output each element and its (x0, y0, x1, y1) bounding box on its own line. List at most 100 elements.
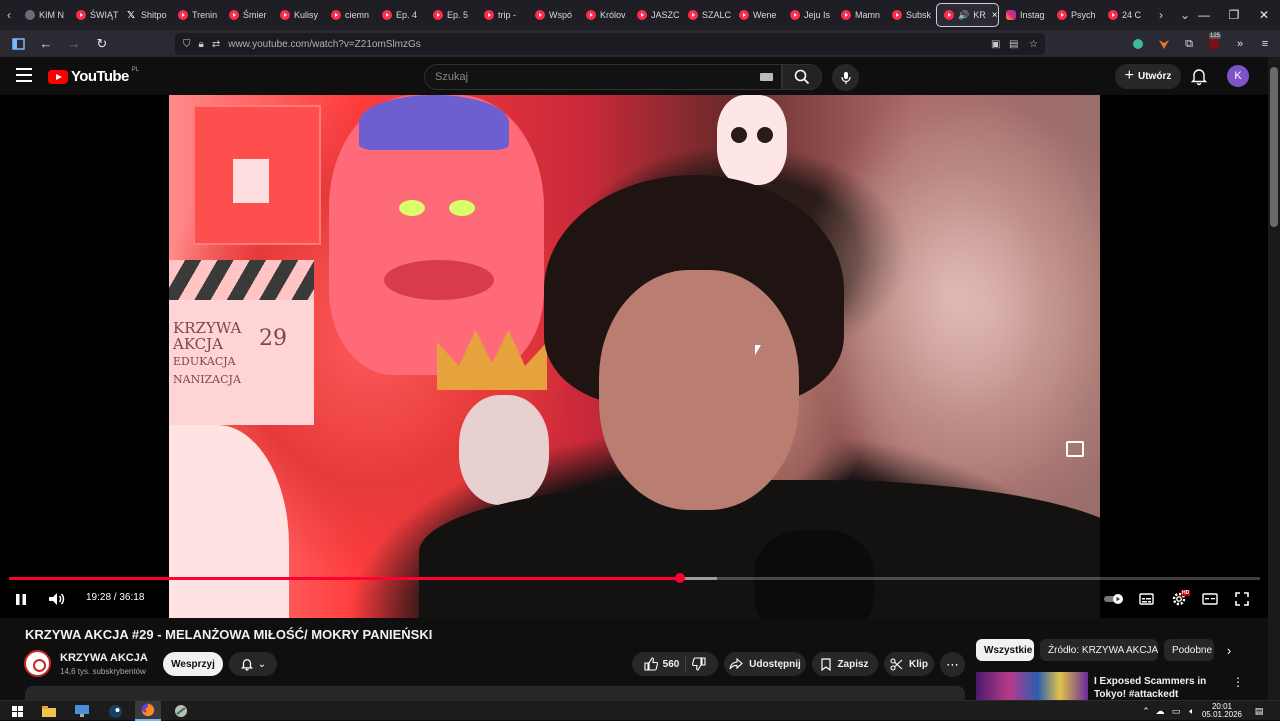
notification-center-icon[interactable]: ▤ (1252, 703, 1266, 719)
onedrive-icon[interactable]: ☁ (1154, 703, 1166, 719)
volume-button[interactable] (46, 588, 66, 610)
chevron-right-icon: › (1226, 642, 1232, 658)
subtitles-button[interactable] (1137, 588, 1155, 610)
forward-button[interactable]: → (62, 32, 86, 56)
account-avatar[interactable]: K (1227, 65, 1249, 87)
screenshot-icon[interactable]: ▣ (991, 39, 1000, 50)
vpn-extension-icon[interactable] (1127, 33, 1149, 55)
autoplay-toggle[interactable] (1103, 588, 1125, 610)
chip-related[interactable]: Podobne (1164, 639, 1214, 661)
browser-tab[interactable]: SZALC (681, 0, 732, 30)
share-button[interactable]: Udostępnij (724, 652, 806, 676)
clip-button[interactable]: Klip (884, 652, 934, 676)
youtube-logo[interactable]: YouTube PL (48, 67, 139, 85)
browser-tab-active[interactable]: 🔊 KR × (936, 3, 999, 27)
search-button[interactable] (782, 64, 822, 90)
sidebar-toggle-icon[interactable] (6, 32, 30, 56)
browser-tab[interactable]: trip - (477, 0, 528, 30)
channel-avatar[interactable] (24, 650, 51, 677)
save-bookmark-icon (821, 657, 832, 671)
lock-icon[interactable]: 🔒︎ (199, 39, 204, 50)
settings-button[interactable]: HD (1169, 588, 1191, 610)
browser-tab[interactable]: Mamn (834, 0, 885, 30)
browser-tab[interactable]: Wspó (528, 0, 579, 30)
browser-tab[interactable]: Jeju Is (783, 0, 834, 30)
tabs-scroll-left-button[interactable]: ‹ (0, 0, 18, 30)
keyboard-icon[interactable] (760, 73, 773, 81)
video-frame[interactable]: KRZYWA AKCJA EDUKACJA NANIZACJA 29 (169, 95, 1100, 618)
scrollbar-thumb[interactable] (1270, 67, 1278, 227)
scrubber-handle[interactable] (674, 573, 685, 583)
pause-button[interactable] (12, 588, 30, 610)
progress-bar[interactable] (9, 573, 1260, 583)
speaker-icon[interactable]: 🔈︎ (1186, 703, 1198, 719)
browser-tab[interactable]: Kulisy (273, 0, 324, 30)
support-button[interactable]: Wesprzyj (163, 652, 223, 676)
bookmark-star-icon[interactable]: ☆ (1029, 39, 1038, 50)
start-button[interactable] (4, 701, 30, 721)
tray-overflow-icon[interactable]: ⌃ (1140, 703, 1152, 719)
permissions-icon[interactable]: ⇄ (212, 39, 220, 50)
recommendation-thumbnail[interactable] (976, 672, 1088, 700)
chip-source[interactable]: Źródło: KRZYWA AKCJA (1040, 639, 1158, 661)
dislike-button[interactable] (692, 657, 706, 671)
speaker-icon[interactable]: 🔊 (958, 10, 969, 21)
page-scrollbar[interactable] (1268, 57, 1280, 700)
extensions-puzzle-icon[interactable]: ⧉ (1178, 33, 1200, 55)
channel-name[interactable]: KRZYWA AKCJA (60, 652, 148, 664)
browser-tab[interactable]: ŚWIĄT (69, 0, 120, 30)
fullscreen-button[interactable] (1233, 588, 1251, 610)
firefox-app[interactable] (135, 701, 161, 721)
close-window-button[interactable]: ✕ (1244, 0, 1280, 30)
browser-tab[interactable]: Wene (732, 0, 783, 30)
usb-icon[interactable]: ▭ (1170, 703, 1182, 719)
file-explorer-app[interactable] (36, 701, 62, 721)
app-menu-icon[interactable]: ≡ (1254, 33, 1276, 55)
browser-tab[interactable]: Śmier (222, 0, 273, 30)
search-input[interactable]: Szukaj (424, 64, 782, 90)
chip-all[interactable]: Wszystkie (976, 639, 1034, 661)
extension-fox-icon[interactable] (1153, 33, 1175, 55)
browser-tab[interactable]: Psych (1050, 0, 1101, 30)
description-box[interactable] (25, 686, 965, 700)
browser-tab[interactable]: KIM N (18, 0, 69, 30)
tabs-scroll-right-button[interactable]: › (1152, 0, 1170, 30)
video-player[interactable]: KRZYWA AKCJA EDUKACJA NANIZACJA 29 (0, 95, 1268, 618)
url-bar[interactable]: ⛉ 🔒︎ ⇄ www.youtube.com/watch?v=Z21omSlmz… (175, 33, 1045, 55)
url-text[interactable]: www.youtube.com/watch?v=Z21omSlmzGs (228, 39, 421, 50)
browser-tab[interactable]: 24 C (1101, 0, 1152, 30)
create-button[interactable]: + Utwórz (1115, 64, 1181, 89)
overflow-chevrons-icon[interactable]: » (1229, 33, 1251, 55)
recommendation-more-icon[interactable]: ⋮ (1232, 674, 1244, 690)
chips-next-button[interactable]: › (1220, 640, 1238, 660)
back-button[interactable]: ← (34, 32, 58, 56)
browser-tab[interactable]: 𝕏 Shitpo (120, 0, 171, 30)
like-button[interactable]: 560 (644, 657, 679, 671)
theater-mode-button[interactable] (1201, 588, 1219, 610)
taskbar-clock[interactable]: 20:01 05.01.2026 (1198, 703, 1246, 719)
more-actions-button[interactable]: ⋯ (940, 652, 965, 677)
browser-tab[interactable]: Instag (999, 0, 1050, 30)
browser-tab[interactable]: JASZC (630, 0, 681, 30)
computer-app[interactable] (69, 701, 95, 721)
steam-app[interactable] (102, 701, 128, 721)
close-tab-icon[interactable]: × (992, 10, 998, 21)
reader-view-icon[interactable]: ▤ (1009, 39, 1018, 50)
miniplayer-icon[interactable] (1066, 441, 1084, 457)
voice-search-button[interactable] (832, 64, 859, 91)
app-5[interactable] (168, 701, 194, 721)
browser-tab[interactable]: Subsk (885, 0, 936, 30)
recommendation-title[interactable]: I Exposed Scammers in Tokyo! #attackedt (1094, 675, 1224, 700)
save-button[interactable]: Zapisz (812, 652, 878, 676)
browser-tab[interactable]: Trenin (171, 0, 222, 30)
ublock-extension-icon[interactable]: 125 (1203, 33, 1225, 55)
notifications-button[interactable] (1189, 66, 1209, 86)
browser-tab[interactable]: Królov (579, 0, 630, 30)
browser-tab[interactable]: ciemn (324, 0, 375, 30)
reload-button[interactable]: ↻ (90, 32, 114, 56)
browser-tab[interactable]: Ep. 4 (375, 0, 426, 30)
subscription-bell-button[interactable]: ⌄ (229, 652, 277, 676)
browser-tab[interactable]: Ep. 5 (426, 0, 477, 30)
hamburger-menu-icon[interactable] (16, 68, 32, 82)
shield-icon[interactable]: ⛉ (183, 39, 191, 50)
